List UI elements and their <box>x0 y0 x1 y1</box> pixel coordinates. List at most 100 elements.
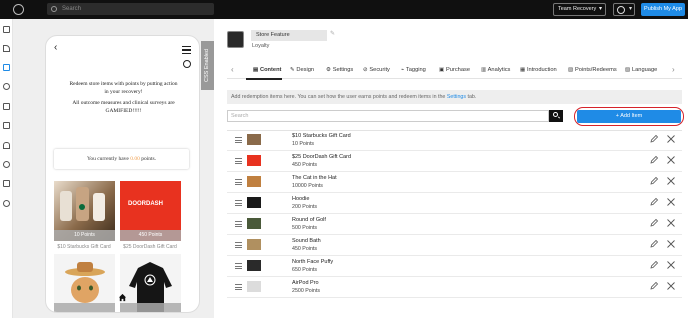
edit-pencil-icon[interactable] <box>649 218 659 228</box>
list-item[interactable]: Sound Bath 450 Points <box>227 235 682 256</box>
item-points: 10 Points <box>292 141 315 147</box>
list-item[interactable]: $25 DoorDash Gift Card 450 Points <box>227 151 682 172</box>
item-name: Sound Bath <box>292 238 321 244</box>
store-intro-text: Redeem store items with points by puttin… <box>69 81 178 114</box>
store-tile[interactable] <box>54 254 115 312</box>
item-name: Round of Golf <box>292 217 326 223</box>
item-points: 2500 Points <box>292 288 320 294</box>
tab-design[interactable]: ✎ Design <box>290 61 314 79</box>
edit-pencil-icon[interactable] <box>649 281 659 291</box>
delete-x-icon[interactable] <box>666 134 676 144</box>
add-item-button[interactable]: + Add Item <box>577 110 681 123</box>
tab-purchase[interactable]: ▣ Purchase <box>439 61 470 79</box>
edit-pencil-icon[interactable] <box>649 155 659 165</box>
user-menu-button[interactable]: ▾ <box>613 3 635 16</box>
tab-analytics[interactable]: ▥ Analytics <box>481 61 510 79</box>
drag-handle-icon[interactable] <box>235 200 242 208</box>
settings-link[interactable]: Settings <box>447 94 466 100</box>
doordash-logo-text: DOORDASH <box>128 201 164 207</box>
user-icon <box>617 6 625 14</box>
delete-x-icon[interactable] <box>666 176 676 186</box>
edit-name-icon[interactable]: ✎ <box>330 30 335 37</box>
edit-pencil-icon[interactable] <box>649 197 659 207</box>
chart-icon[interactable] <box>3 180 10 187</box>
list-item[interactable]: AirPod Pro 2500 Points <box>227 277 682 298</box>
edit-pencil-icon[interactable] <box>649 239 659 249</box>
tile-points <box>120 303 181 312</box>
info-banner: Add redemption items here. You can set h… <box>227 90 682 104</box>
drag-handle-icon[interactable] <box>235 284 242 292</box>
item-name: North Face Puffy <box>292 259 334 265</box>
gear-icon[interactable] <box>3 200 10 207</box>
drag-handle-icon[interactable] <box>235 263 242 271</box>
grid-icon[interactable] <box>3 26 10 33</box>
delete-x-icon[interactable] <box>666 260 676 270</box>
edit-pencil-icon[interactable] <box>649 260 659 270</box>
points-balance-card: You currently have 0.00 points. <box>54 149 189 169</box>
bell-icon[interactable] <box>3 142 10 149</box>
chevron-down-icon: ▾ <box>628 6 632 12</box>
search-icon <box>51 6 57 12</box>
drag-handle-icon[interactable] <box>235 158 242 166</box>
chevron-down-icon: ▾ <box>598 6 602 12</box>
team-selector[interactable]: Team Recovery ▾ <box>553 3 606 16</box>
cart-icon[interactable] <box>3 122 10 129</box>
tab-settings[interactable]: ⚙ Settings <box>326 61 353 79</box>
search-button[interactable] <box>549 110 563 122</box>
users-icon[interactable] <box>3 161 10 168</box>
delete-x-icon[interactable] <box>666 155 676 165</box>
left-sidebar <box>0 19 13 318</box>
back-arrow-icon[interactable]: ‹ <box>54 42 57 53</box>
tab-points-redeems[interactable]: ▧ Points/Redeems <box>568 61 617 79</box>
tab-language[interactable]: ▨ Language <box>625 61 657 79</box>
item-thumbnail <box>247 281 261 292</box>
list-item[interactable]: North Face Puffy 650 Points <box>227 256 682 277</box>
publish-button[interactable]: Publish My App <box>641 3 685 16</box>
list-item[interactable]: $10 Starbucks Gift Card 10 Points <box>227 130 682 151</box>
tabs-scroll-right-icon[interactable]: › <box>672 61 675 79</box>
store-tile[interactable]: DOORDASH 450 Points <box>120 181 181 241</box>
delete-x-icon[interactable] <box>666 197 676 207</box>
delete-x-icon[interactable] <box>666 281 676 291</box>
palette-icon[interactable] <box>3 83 10 90</box>
list-item[interactable]: Round of Golf 500 Points <box>227 214 682 235</box>
tab-security[interactable]: ⊘ Security <box>363 61 390 79</box>
tab-tagging[interactable]: ⌁ Tagging <box>401 61 426 79</box>
edit-pencil-icon[interactable] <box>649 134 659 144</box>
app-preview-panel: ‹ Redeem store items with points by putt… <box>13 19 214 318</box>
pages-icon[interactable] <box>3 64 10 71</box>
award-icon[interactable] <box>183 60 191 68</box>
item-points: 450 Points <box>292 246 318 252</box>
tab-introduction[interactable]: ▦ Introduction <box>520 61 557 79</box>
item-search-input[interactable]: Search <box>227 110 549 122</box>
css-enabled-tab[interactable]: CSS Enabled <box>201 41 214 90</box>
delete-x-icon[interactable] <box>666 239 676 249</box>
delete-x-icon[interactable] <box>666 218 676 228</box>
tile-label: $25 DoorDash Gift Card <box>123 244 177 250</box>
store-tile[interactable]: 10 Points <box>54 181 115 241</box>
list-item[interactable]: The Cat in the Hat 10000 Points <box>227 172 682 193</box>
drag-handle-icon[interactable] <box>235 179 242 187</box>
tab-content[interactable]: ▤ Content <box>253 61 281 79</box>
feature-category: Loyalty <box>252 43 270 49</box>
hamburger-menu-icon[interactable] <box>182 46 191 56</box>
lock-icon[interactable] <box>3 103 10 110</box>
item-thumbnail <box>247 218 261 229</box>
list-item[interactable]: Hoodie 200 Points <box>227 193 682 214</box>
drag-handle-icon[interactable] <box>235 137 242 145</box>
feature-name-input[interactable]: Store Feature <box>251 30 327 41</box>
store-tile[interactable] <box>120 254 181 312</box>
drag-handle-icon[interactable] <box>235 221 242 229</box>
edit-pencil-icon[interactable] <box>649 176 659 186</box>
tile-label: $10 Starbucks Gift Card <box>57 244 111 250</box>
global-search-input[interactable]: Search <box>47 3 214 15</box>
app-logo-icon[interactable] <box>13 4 24 15</box>
item-thumbnail <box>247 197 261 208</box>
item-name: AirPod Pro <box>292 280 319 286</box>
pen-icon[interactable] <box>3 45 10 52</box>
drag-handle-icon[interactable] <box>235 242 242 250</box>
item-points: 650 Points <box>292 267 318 273</box>
home-icon[interactable] <box>118 293 127 302</box>
tile-points <box>54 303 115 312</box>
active-tab-indicator <box>246 78 282 80</box>
